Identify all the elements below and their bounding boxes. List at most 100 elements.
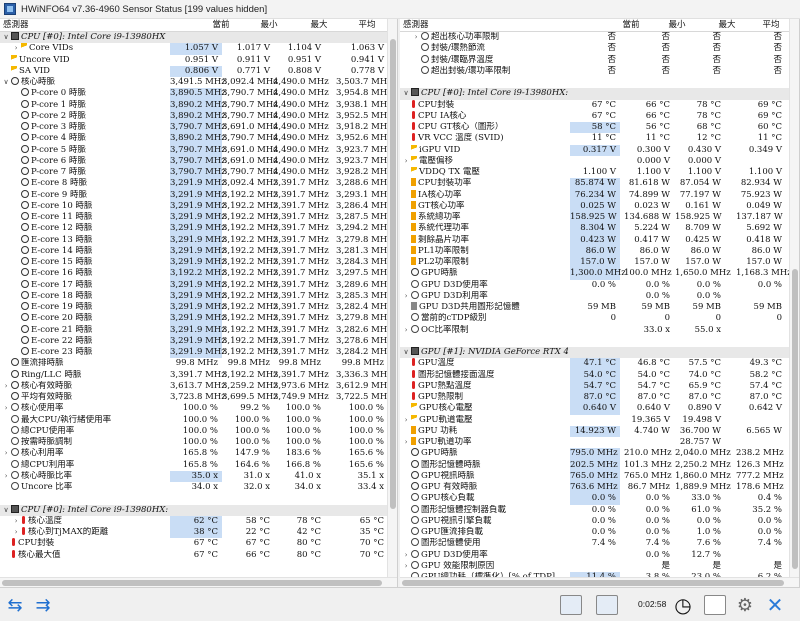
expand-toggle-icon[interactable]: › (12, 516, 20, 527)
sensor-row[interactable]: iGPU VID 0.317 V 0.300 V 0.430 V 0.349 V (400, 144, 789, 156)
sensor-row[interactable]: › GPU D3D利用率 0.0 % 0.0 % (400, 290, 789, 302)
sensor-row[interactable]: 封裝/環熱節流 否 否 否 否 (400, 43, 789, 54)
sensor-row[interactable]: GPU溫度 47.1 °C 46.8 °C 57.5 °C 49.3 °C (400, 358, 789, 370)
sensor-row[interactable]: GPU熱限制 87.0 °C 87.0 °C 87.0 °C 87.0 °C (400, 392, 789, 404)
sensor-row[interactable]: P-core 1 時脈 3,890.2 MHz 3,790.7 MHz 4,490.0… (0, 99, 392, 111)
sensor-row[interactable]: GPU視訊時脈 765.0 MHz 765.0 MHz 1,860.0 MHz 777.… (400, 470, 789, 482)
expand-toggle-icon[interactable]: › (412, 32, 420, 43)
expand-toggle-icon[interactable]: › (402, 291, 410, 302)
header-avg[interactable]: 平均 (346, 19, 388, 32)
sensor-row[interactable]: E-core 23 時脈 3,291.9 MHz 3,192.2 MHz 3,391.… (0, 347, 392, 359)
sensor-row[interactable]: P-core 0 時脈 3,890.5 MHz 3,790.7 MHz 4,490.0… (0, 88, 392, 100)
sensor-row[interactable]: P-core 3 時脈 3,790.7 MHz 3,691.0 MHz 4,490.0… (0, 122, 392, 134)
sensor-row[interactable]: 圖形記憶體時脈 202.5 MHz 101.3 MHz 2,250.2 MHz 126.… (400, 459, 789, 471)
sensor-group-header[interactable]: ∨ CPU [#0]: Intel Core i9-13980HX (0, 32, 387, 44)
expand-toggle-icon[interactable]: › (12, 43, 20, 54)
horizontal-scrollbar[interactable] (400, 577, 799, 587)
sensor-row[interactable]: E-core 17 時脈 3,291.9 MHz 3,192.2 MHz 3,391.… (0, 279, 392, 291)
expand-toggle-icon[interactable]: › (402, 156, 410, 167)
sensor-row[interactable]: 封裝/環臨界溫度 否 否 否 否 (400, 54, 789, 66)
sensor-row[interactable]: GPU 功耗 14.923 W 4.740 W 36.700 W 6.565 W (400, 425, 789, 437)
clock-reset-button[interactable]: ◷ (670, 593, 696, 617)
sensor-row[interactable]: P-core 6 時脈 3,790.7 MHz 3,691.0 MHz 4,490.0… (0, 155, 392, 167)
sensor-row[interactable]: E-core 18 時脈 3,291.9 MHz 3,192.2 MHz 3,391.… (0, 290, 392, 302)
sensor-row[interactable]: › GPU 效能限制原因 是 是 是 (400, 560, 789, 572)
sensor-row[interactable]: GPU時脈 795.0 MHz 210.0 MHz 2,040.0 MHz 238.2 … (400, 448, 789, 460)
sensor-row[interactable]: › GPU軌道電壓 19.365 V 19.498 V (400, 414, 789, 426)
expand-toggle-icon[interactable]: › (12, 527, 20, 538)
sensor-row[interactable]: PL2功率限制 157.0 W 157.0 W 157.0 W 157.0 W (400, 257, 789, 269)
header-sensor[interactable]: 感測器 (3, 19, 29, 32)
sensor-row[interactable]: 匯流排時脈 99.8 MHz 99.8 MHz 99.8 MHz 99.8 MHz (0, 358, 387, 369)
expand-toggle-icon[interactable]: › (402, 437, 410, 448)
vertical-scrollbar[interactable] (789, 19, 799, 577)
sensor-row[interactable]: E-core 10 時脈 3,291.9 MHz 3,192.2 MHz 3,391.… (0, 200, 392, 212)
sensor-row[interactable]: › GPU D3D使用率 0.0 % 12.7 % (400, 549, 789, 561)
sensor-row[interactable]: 總CPU利用率 165.8 % 164.6 % 166.8 % 165.6 % (0, 459, 387, 471)
sensor-row[interactable]: GPU時脈 1,300.0 MHz 100.0 MHz 1,650.0 MHz 1,16… (400, 268, 792, 280)
sensor-row[interactable]: 圖形記憶體控制器負載 0.0 % 0.0 % 61.0 % 35.2 % (400, 504, 789, 516)
log-file-button[interactable] (702, 593, 728, 617)
header-max[interactable]: 最大 (298, 19, 340, 32)
expand-toggle-icon[interactable]: › (2, 381, 10, 392)
expand-toggle-icon[interactable]: ∨ (2, 505, 10, 516)
sensor-row[interactable]: E-core 8 時脈 3,291.9 MHz 3,092.4 MHz 3,391.7… (0, 178, 392, 190)
sensor-row[interactable]: › 核心溫度 62 °C 58 °C 78 °C 65 °C (0, 515, 387, 527)
sensor-row[interactable]: P-core 5 時脈 3,790.7 MHz 3,691.0 MHz 4,490.0… (0, 144, 392, 156)
header-sensor[interactable]: 感測器 (403, 19, 429, 32)
sensor-row[interactable]: 圖形記憶體接面溫度 54.0 °C 54.0 °C 74.0 °C 58.2 °C (400, 369, 789, 381)
sensor-row[interactable]: E-core 14 時脈 3,291.9 MHz 3,192.2 MHz 3,391.… (0, 245, 392, 257)
sensor-group-header[interactable]: ∨ CPU [#0]: Intel Core i9-13980HX: DTS (0, 504, 387, 516)
sensor-group-header[interactable]: ∨ CPU [#0]: Intel Core i9-13980HX: Enhanc… (400, 88, 789, 100)
sensor-row[interactable]: ∨ 核心時脈 3,491.5 MHz 3,092.4 MHz 4,490.0 MHz 3,… (0, 77, 392, 88)
sensor-row[interactable]: E-core 16 時脈 3,192.2 MHz 3,192.2 MHz 3,391.… (0, 268, 392, 280)
horizontal-scrollbar[interactable] (0, 577, 397, 587)
expand-toggle-icon[interactable]: ∨ (402, 88, 410, 99)
scroll-thumb[interactable] (792, 269, 798, 569)
sensor-row[interactable]: › 核心使用率 100.0 % 99.2 % 100.0 % 100.0 % (0, 403, 387, 414)
header-avg[interactable]: 平均 (750, 19, 792, 32)
expand-toggle-icon[interactable]: ∨ (402, 347, 410, 358)
sensor-row[interactable]: › 核心到TjMAX的距離 38 °C 22 °C 42 °C 35 °C (0, 527, 387, 539)
sensor-row[interactable]: E-core 9 時脈 3,291.9 MHz 3,192.2 MHz 3,391.7… (0, 189, 392, 201)
sensor-row[interactable]: › 核心有效時脈 3,613.7 MHz 3,259.2 MHz 3,973.6 MHz… (0, 380, 392, 392)
header-max[interactable]: 最大 (706, 19, 748, 32)
vertical-scrollbar[interactable] (387, 19, 397, 577)
expand-toggle-icon[interactable]: › (402, 550, 410, 561)
sensor-row[interactable]: › OC比率限制 33.0 x 55.0 x (400, 324, 789, 336)
expand-toggle-icon[interactable]: ∨ (2, 77, 10, 88)
header-current[interactable]: 當前 (610, 19, 652, 32)
sensor-row[interactable]: P-core 4 時脈 3,890.2 MHz 3,790.7 MHz 4,490.0… (0, 133, 392, 145)
sensor-row[interactable]: › 核心利用率 165.8 % 147.9 % 183.6 % 165.6 % (0, 448, 387, 459)
sensor-row[interactable]: 超出封裝/環功率限制 否 否 否 否 (400, 65, 789, 77)
sensor-row[interactable]: 系統總功率 158.925 W 134.688 W 158.925 W 137.187 … (400, 212, 789, 224)
sensor-row[interactable]: E-core 19 時脈 3,291.9 MHz 3,192.2 MHz 3,391.… (0, 302, 392, 314)
sensor-row[interactable]: 系統代理功率 8.304 W 5.224 W 8.709 W 5.692 W (400, 223, 789, 235)
sensor-row[interactable]: E-core 20 時脈 3,291.9 MHz 3,192.2 MHz 3,391.… (0, 313, 392, 325)
sensor-row[interactable]: Ring/LLC 時脈 3,391.7 MHz 3,192.2 MHz 3,391.7… (0, 369, 392, 381)
sensor-row[interactable]: GT核心功率 0.025 W 0.023 W 0.161 W 0.049 W (400, 200, 789, 212)
sensor-row[interactable]: PL1功率限制 86.0 W 86.0 W 86.0 W 86.0 W (400, 245, 789, 257)
expand-toggle-icon[interactable]: › (2, 448, 10, 459)
sensor-row[interactable]: CPU封裝功率 85.874 W 81.618 W 87.054 W 82.934 W (400, 178, 789, 190)
expand-toggle-icon[interactable]: › (2, 403, 10, 414)
sensor-row[interactable]: E-core 21 時脈 3,291.9 MHz 3,192.2 MHz 3,391.… (0, 324, 392, 336)
navigate-right-button[interactable]: ⇉ (30, 593, 56, 617)
sensor-row[interactable]: E-core 15 時脈 3,291.9 MHz 3,192.2 MHz 3,391.… (0, 257, 392, 269)
sensor-row[interactable]: E-core 12 時脈 3,291.9 MHz 3,192.2 MHz 3,391.… (0, 223, 392, 235)
close-button[interactable]: ✕ (762, 593, 788, 617)
navigate-left-button[interactable]: ⇆ (2, 593, 28, 617)
sensor-row[interactable]: 圖形記憶體使用 7.4 % 7.4 % 7.6 % 7.4 % (400, 538, 789, 549)
sensor-row[interactable]: GPU視訊引擎負載 0.0 % 0.0 % 0.0 % 0.0 % (400, 515, 789, 527)
sensor-row[interactable]: › 核心時脈比率 35.0 x 31.0 x 41.0 x 35.1 x (0, 470, 387, 482)
expand-toggle-icon[interactable]: › (402, 325, 410, 336)
header-current[interactable]: 當前 (200, 19, 242, 32)
sensor-row[interactable]: IA核心功率 76.234 W 74.899 W 77.197 W 75.923 W (400, 189, 789, 201)
header-min[interactable]: 最小 (656, 19, 698, 32)
sensor-row[interactable]: GPU核心電壓 0.640 V 0.640 V 0.890 V 0.642 V (400, 403, 789, 415)
expand-toggle-icon[interactable]: › (2, 471, 10, 482)
sensor-row[interactable]: 按需時脈調制 100.0 % 100.0 % 100.0 % 100.0 % (0, 437, 387, 448)
sensor-row[interactable]: GPU 有效時脈 763.6 MHz 86.7 MHz 1,889.9 MHz 178.… (400, 482, 789, 494)
remote-button[interactable] (594, 593, 620, 617)
sensor-row[interactable]: VDDQ TX 電壓 1.100 V 1.100 V 1.100 V 1.100 V (400, 167, 789, 178)
